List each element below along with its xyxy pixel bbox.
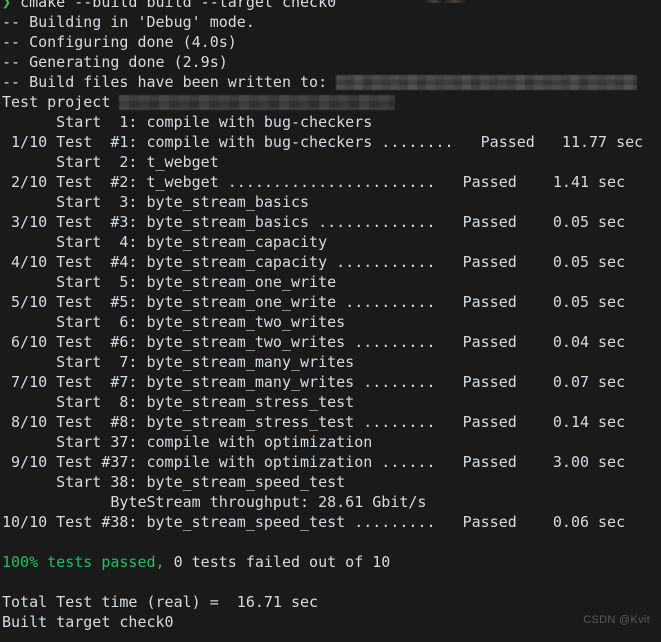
prompt-symbol-icon: ❯ bbox=[2, 0, 12, 11]
ctest-result-row: 4/10 Test #4: byte_stream_capacity .....… bbox=[2, 253, 626, 271]
tests-failed-count: 0 tests failed out of 10 bbox=[164, 553, 391, 571]
tests-summary-line: 100% tests passed, 0 tests failed out of… bbox=[2, 552, 661, 572]
cmake-build-files-line: -- Build files have been written to: bbox=[2, 72, 661, 92]
ctest-start-line: Start 6: byte_stream_two_writes bbox=[2, 313, 346, 331]
ctest-result-row: 7/10 Test #7: byte_stream_many_writes ..… bbox=[2, 373, 626, 391]
ctest-start-line: Start 8: byte_stream_stress_test bbox=[2, 393, 355, 411]
cmake-building-line: -- Building in 'Debug' mode. bbox=[2, 13, 255, 31]
ctest-start-line: Start 38: byte_stream_speed_test bbox=[2, 473, 346, 491]
build-files-prefix: -- Build files have been written to: bbox=[2, 73, 337, 91]
ctest-result-row: 2/10 Test #2: t_webget .................… bbox=[2, 173, 626, 191]
prompt-line: ❯ cmake --build build --target check0 bbox=[2, 0, 661, 12]
redacted-project-path bbox=[119, 95, 396, 110]
ctest-result-row: 10/10 Test #38: byte_stream_speed_test .… bbox=[2, 513, 626, 531]
redacted-build-path bbox=[336, 75, 638, 90]
ctest-start-line: Start 2: t_webget bbox=[2, 153, 219, 171]
test-project-prefix: Test project bbox=[2, 93, 120, 111]
ctest-start-line: Start 7: byte_stream_many_writes bbox=[2, 353, 355, 371]
ctest-result-row: 5/10 Test #5: byte_stream_one_write ....… bbox=[2, 293, 626, 311]
ctest-result-row: 9/10 Test #37: compile with optimization… bbox=[2, 453, 626, 471]
command-text bbox=[11, 0, 20, 11]
cmake-configuring-line: -- Configuring done (4.0s) bbox=[2, 33, 237, 51]
terminal-window[interactable]: ❯ cmake --build build --target check0 --… bbox=[0, 0, 661, 642]
watermark-label: CSDN @Kvit bbox=[583, 614, 650, 626]
ctest-start-line: Start 1: compile with bug-checkers bbox=[2, 113, 373, 131]
ctest-start-line: Start 4: byte_stream_capacity bbox=[2, 233, 328, 251]
ctest-result-row: 8/10 Test #8: byte_stream_stress_test ..… bbox=[2, 413, 626, 431]
terminal-screen: ❯ cmake --build build --target check0 --… bbox=[0, 0, 661, 632]
ctest-start-line: Start 37: compile with optimization bbox=[2, 433, 373, 451]
ctest-result-row: 3/10 Test #3: byte_stream_basics .......… bbox=[2, 213, 626, 231]
total-test-time-line: Total Test time (real) = 16.71 sec bbox=[2, 593, 319, 611]
tests-passed-percent: 100% tests passed, bbox=[2, 553, 165, 571]
ctest-start-line: Start 3: byte_stream_basics bbox=[2, 193, 310, 211]
bytestream-throughput-line: ByteStream throughput: 28.61 Gbit/s bbox=[2, 493, 427, 511]
built-target-line: Built target check0 bbox=[2, 613, 174, 631]
ctest-result-row: 6/10 Test #6: byte_stream_two_writes ...… bbox=[2, 333, 626, 351]
ctest-result-row: 1/10 Test #1: compile with bug-checkers … bbox=[2, 133, 644, 151]
test-project-line: Test project bbox=[2, 92, 661, 112]
cmake-generating-line: -- Generating done (2.9s) bbox=[2, 53, 228, 71]
command-input[interactable]: cmake --build build --target check0 bbox=[20, 0, 336, 11]
ctest-start-line: Start 5: byte_stream_one_write bbox=[2, 273, 337, 291]
